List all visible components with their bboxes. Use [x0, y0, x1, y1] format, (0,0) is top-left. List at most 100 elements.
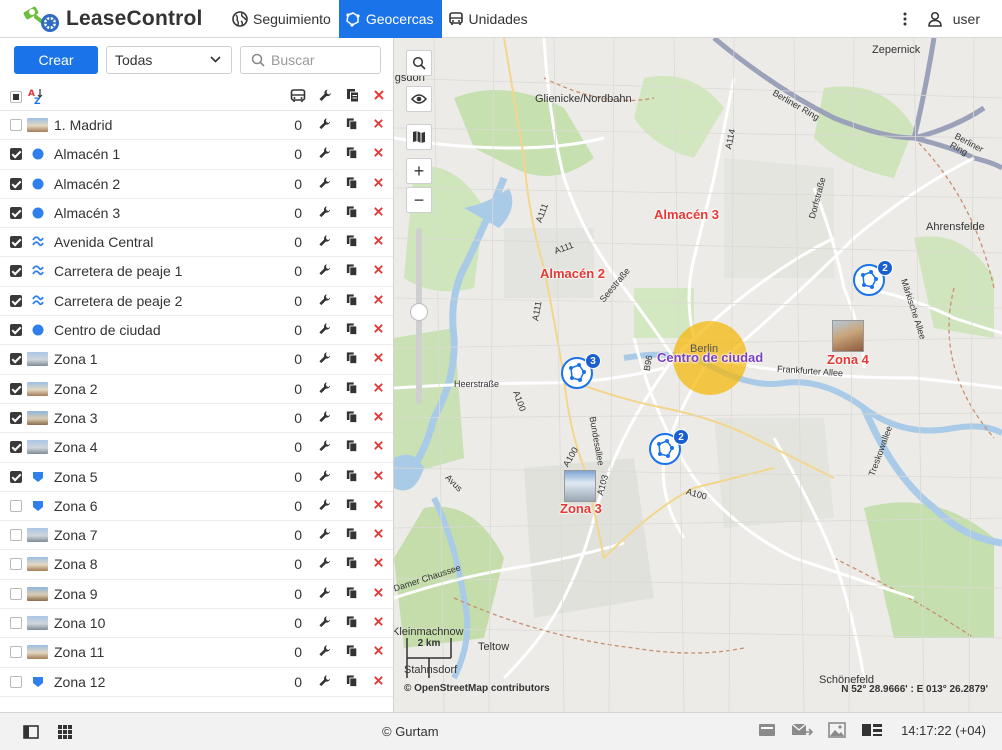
toggle-panel-icon[interactable] — [22, 723, 40, 741]
geofence-checkbox[interactable] — [10, 675, 22, 688]
copy-icon[interactable] — [346, 674, 358, 688]
copy-icon[interactable] — [346, 381, 358, 395]
search-box[interactable] — [240, 46, 381, 74]
copy-icon[interactable] — [346, 586, 358, 600]
list-item[interactable]: Zona 4 0 — [0, 433, 393, 463]
geofence-checkbox[interactable] — [10, 382, 22, 395]
wrench-icon[interactable] — [318, 410, 332, 424]
list-item[interactable]: Zona 12 0 — [0, 668, 393, 697]
delete-icon[interactable] — [373, 587, 384, 598]
copy-icon[interactable] — [346, 410, 358, 424]
list-item[interactable]: 1. Madrid 0 — [0, 111, 393, 141]
delete-icon[interactable] — [373, 411, 384, 422]
list-item[interactable]: Zona 8 0 — [0, 550, 393, 580]
list-item[interactable]: Zona 10 0 — [0, 609, 393, 639]
copy-icon[interactable] — [346, 498, 358, 512]
image-icon[interactable] — [827, 721, 847, 739]
delete-icon[interactable] — [373, 675, 384, 686]
geofence-checkbox[interactable] — [10, 411, 22, 424]
delete-icon[interactable] — [373, 616, 384, 627]
wrench-icon[interactable] — [318, 117, 332, 131]
list-item[interactable]: Almacén 3 0 — [0, 199, 393, 229]
geofence-checkbox[interactable] — [10, 646, 22, 659]
more-menu-button[interactable] — [893, 12, 917, 26]
list-item[interactable]: Zona 3 0 — [0, 404, 393, 434]
geofence-checkbox[interactable] — [10, 470, 22, 483]
delete-icon[interactable] — [373, 499, 384, 510]
geofence-checkbox[interactable] — [10, 265, 22, 278]
copy-icon[interactable] — [346, 469, 358, 483]
list-item[interactable]: Almacén 2 0 — [0, 170, 393, 199]
wrench-icon[interactable] — [318, 322, 332, 336]
delete-icon[interactable] — [373, 528, 384, 539]
wrench-icon[interactable] — [318, 205, 332, 219]
messages-icon[interactable] — [791, 721, 814, 739]
delete-icon[interactable] — [373, 382, 384, 393]
list-item[interactable]: Carretera de peaje 2 0 — [0, 287, 393, 317]
tab-geocercas[interactable]: Geocercas — [338, 0, 442, 38]
delete-icon[interactable] — [373, 323, 384, 334]
geofence-cluster[interactable]: 3 — [561, 353, 601, 389]
wrench-icon[interactable] — [318, 527, 332, 541]
layout-icon[interactable] — [861, 721, 883, 739]
wrench-icon[interactable] — [318, 674, 332, 688]
user-name[interactable]: user — [953, 11, 980, 27]
geofence-checkbox[interactable] — [10, 206, 22, 219]
delete-icon[interactable] — [373, 118, 384, 129]
delete-icon[interactable] — [373, 177, 384, 188]
brand-logo[interactable]: LeaseControl — [0, 0, 226, 38]
delete-icon[interactable] — [373, 470, 384, 481]
copy-icon[interactable] — [346, 644, 358, 658]
copy-icon[interactable] — [346, 527, 358, 541]
map-layers-button[interactable] — [406, 124, 432, 150]
apps-grid-icon[interactable] — [56, 723, 74, 741]
select-all-checkbox[interactable] — [10, 91, 22, 103]
geofence-checkbox[interactable] — [10, 558, 22, 571]
map-attribution[interactable]: © OpenStreetMap contributors — [404, 683, 550, 694]
zoom-out-button[interactable]: − — [406, 187, 432, 213]
copy-icon[interactable] — [346, 117, 358, 131]
map-visibility-button[interactable] — [406, 86, 432, 112]
geofence-checkbox[interactable] — [10, 353, 22, 366]
geofence-cluster[interactable]: 2 — [853, 260, 893, 296]
map-label-almacen3[interactable]: Almacén 3 — [654, 207, 719, 222]
wrench-icon[interactable] — [318, 439, 332, 453]
search-input[interactable] — [271, 52, 371, 68]
copy-icon[interactable] — [346, 439, 358, 453]
list-item[interactable]: Zona 9 0 — [0, 580, 393, 610]
list-item[interactable]: Zona 11 0 — [0, 638, 393, 668]
delete-icon[interactable] — [373, 557, 384, 568]
list-item[interactable]: Carretera de peaje 1 0 — [0, 257, 393, 287]
delete-icon[interactable] — [373, 264, 384, 275]
delete-icon[interactable] — [373, 645, 384, 656]
zoom-slider-handle[interactable] — [410, 303, 428, 321]
copy-icon[interactable] — [346, 88, 360, 103]
filter-select[interactable]: Todas — [106, 46, 232, 74]
copy-icon[interactable] — [346, 176, 358, 190]
wrench-icon[interactable] — [318, 351, 332, 365]
copy-icon[interactable] — [346, 615, 358, 629]
list-item[interactable]: Zona 6 0 — [0, 492, 393, 522]
copy-icon[interactable] — [346, 263, 358, 277]
list-item[interactable]: Almacén 1 0 — [0, 140, 393, 170]
geofence-checkbox[interactable] — [10, 294, 22, 307]
tab-seguimiento[interactable]: Seguimiento — [226, 0, 339, 38]
copy-icon[interactable] — [346, 234, 358, 248]
tab-unidades[interactable]: Unidades — [442, 0, 536, 38]
list-item[interactable]: Zona 7 0 — [0, 521, 393, 551]
wrench-icon[interactable] — [318, 176, 332, 190]
wrench-icon[interactable] — [318, 469, 332, 483]
geofence-checkbox[interactable] — [10, 148, 22, 161]
copy-icon[interactable] — [346, 146, 358, 160]
wrench-icon[interactable] — [318, 381, 332, 395]
wrench-icon[interactable] — [318, 146, 332, 160]
map-label-zona4[interactable]: Zona 4 — [827, 352, 869, 367]
wrench-icon[interactable] — [318, 293, 332, 307]
copy-icon[interactable] — [346, 351, 358, 365]
geofence-checkbox[interactable] — [10, 177, 22, 190]
delete-icon[interactable] — [373, 294, 384, 305]
notifications-icon[interactable] — [757, 721, 777, 739]
bus-icon[interactable] — [290, 88, 306, 104]
delete-icon[interactable] — [373, 206, 384, 217]
map-label-zona3[interactable]: Zona 3 — [560, 501, 602, 516]
